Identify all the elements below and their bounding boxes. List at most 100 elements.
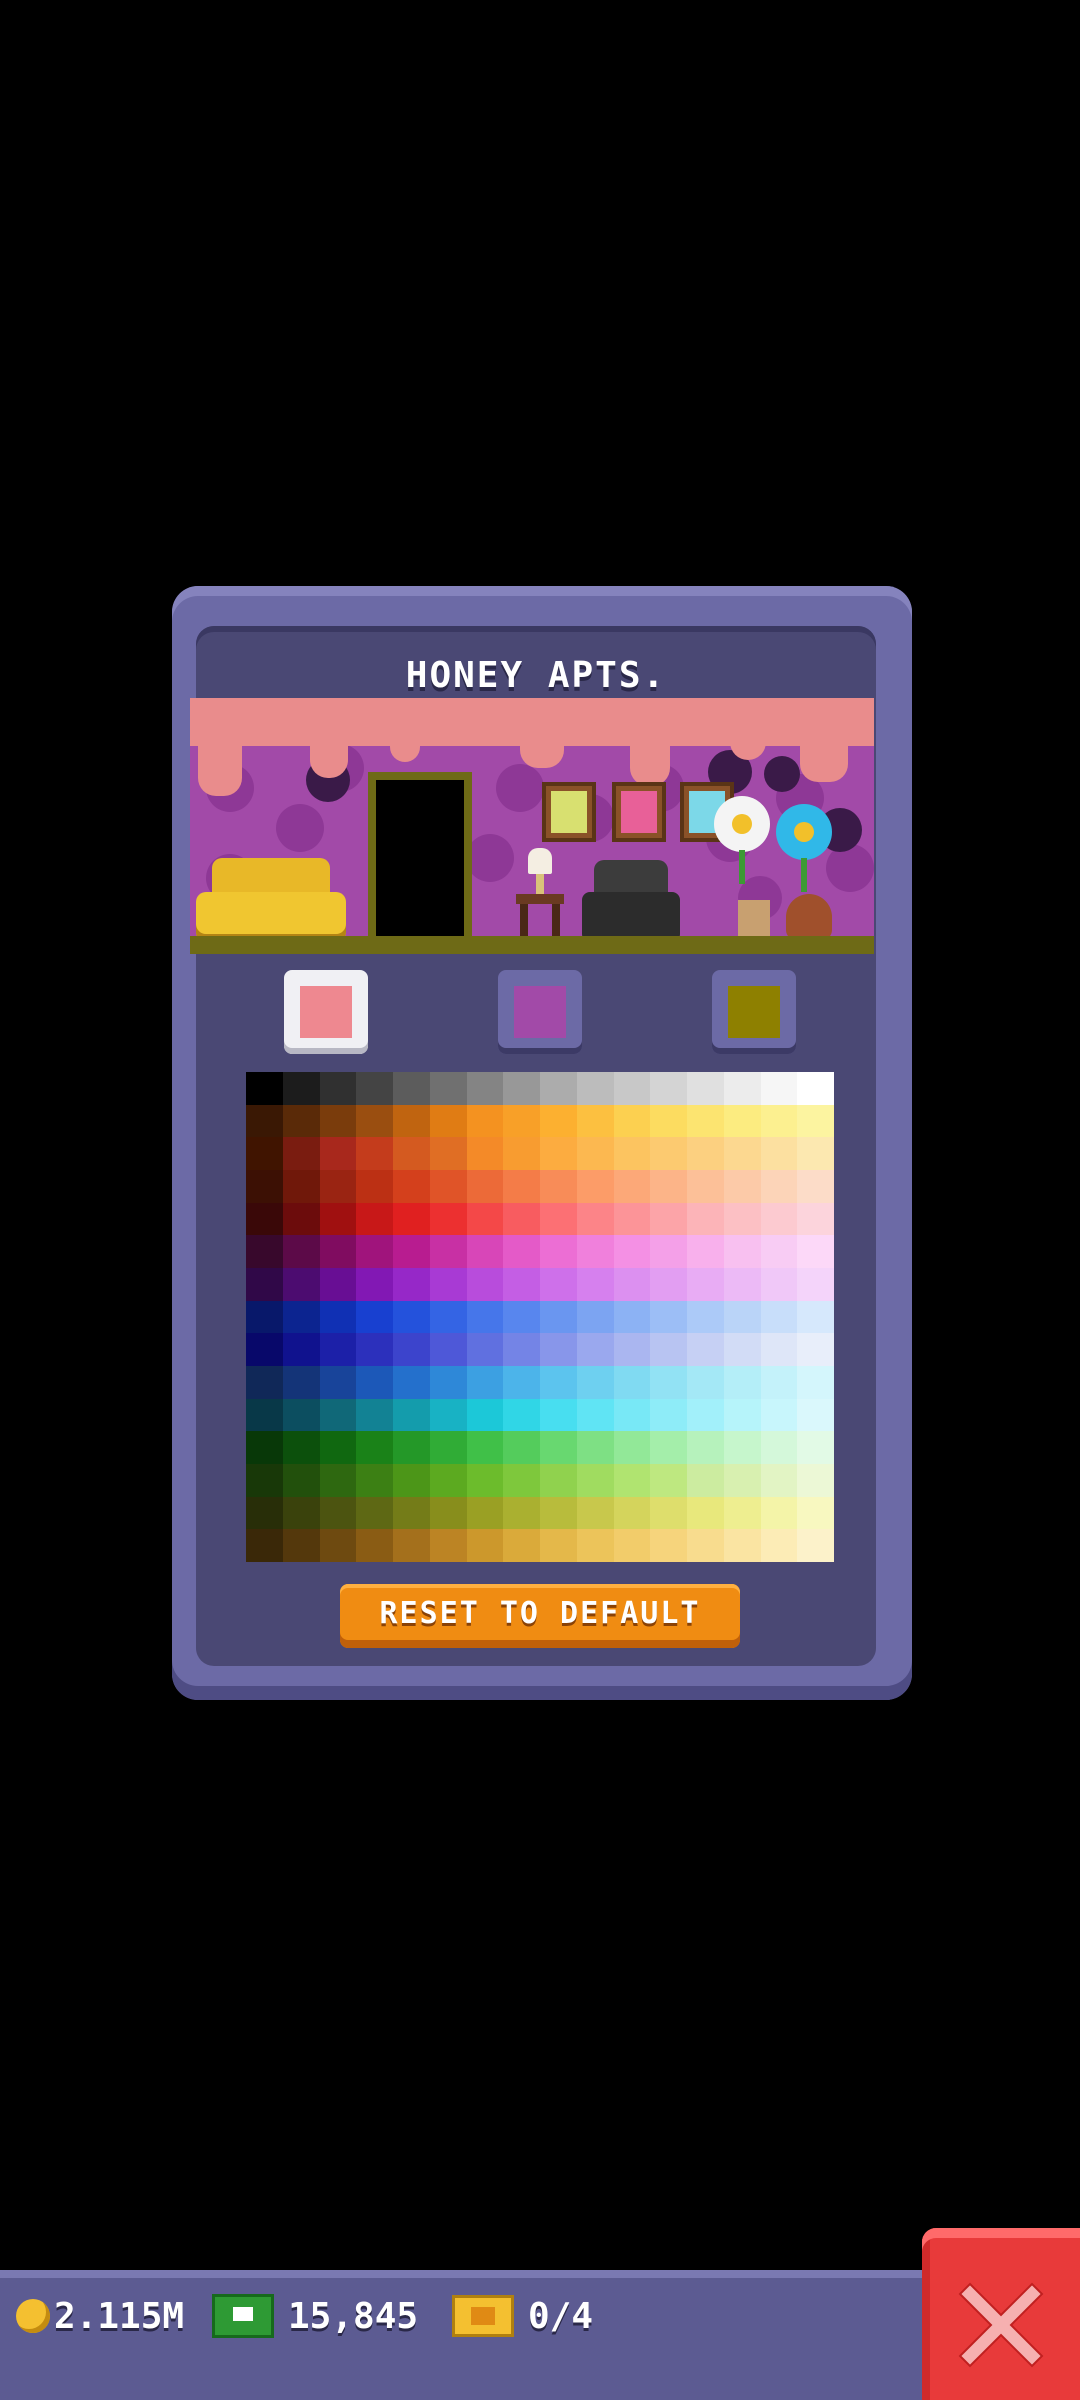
palette-color-cell[interactable]	[576, 1104, 614, 1138]
palette-color-cell[interactable]	[429, 1202, 467, 1236]
palette-color-cell[interactable]	[540, 1170, 577, 1203]
palette-color-cell[interactable]	[319, 1464, 357, 1497]
palette-color-cell[interactable]	[393, 1202, 430, 1236]
palette-color-cell[interactable]	[613, 1268, 651, 1301]
palette-color-cell[interactable]	[429, 1235, 467, 1268]
palette-color-cell[interactable]	[540, 1529, 577, 1562]
palette-color-cell[interactable]	[540, 1104, 577, 1138]
palette-color-cell[interactable]	[650, 1300, 687, 1334]
palette-color-cell[interactable]	[503, 1235, 540, 1268]
palette-color-cell[interactable]	[429, 1137, 467, 1170]
palette-color-cell[interactable]	[687, 1300, 724, 1334]
palette-color-cell[interactable]	[687, 1431, 724, 1464]
palette-color-cell[interactable]	[466, 1072, 504, 1105]
palette-color-cell[interactable]	[466, 1398, 504, 1432]
palette-color-cell[interactable]	[246, 1268, 283, 1301]
palette-color-cell[interactable]	[319, 1300, 357, 1334]
palette-color-cell[interactable]	[393, 1137, 430, 1170]
palette-color-cell[interactable]	[282, 1104, 320, 1138]
palette-color-cell[interactable]	[466, 1529, 504, 1562]
palette-color-cell[interactable]	[540, 1137, 577, 1170]
palette-color-cell[interactable]	[760, 1529, 798, 1562]
palette-color-cell[interactable]	[687, 1072, 724, 1105]
palette-color-cell[interactable]	[650, 1170, 687, 1203]
palette-color-cell[interactable]	[356, 1300, 393, 1334]
palette-color-cell[interactable]	[723, 1300, 761, 1334]
swatch-button-floor[interactable]	[712, 970, 796, 1054]
close-button[interactable]	[922, 2228, 1080, 2400]
palette-color-cell[interactable]	[650, 1529, 687, 1562]
palette-color-cell[interactable]	[576, 1366, 614, 1399]
palette-color-cell[interactable]	[540, 1300, 577, 1334]
palette-color-cell[interactable]	[613, 1464, 651, 1497]
palette-color-cell[interactable]	[723, 1464, 761, 1497]
palette-color-cell[interactable]	[282, 1366, 320, 1399]
palette-color-cell[interactable]	[503, 1398, 540, 1432]
palette-color-cell[interactable]	[650, 1464, 687, 1497]
palette-color-cell[interactable]	[246, 1366, 283, 1399]
palette-color-cell[interactable]	[429, 1268, 467, 1301]
palette-color-cell[interactable]	[466, 1170, 504, 1203]
palette-color-cell[interactable]	[282, 1268, 320, 1301]
palette-color-cell[interactable]	[356, 1268, 393, 1301]
palette-color-cell[interactable]	[687, 1366, 724, 1399]
palette-color-cell[interactable]	[503, 1202, 540, 1236]
palette-color-cell[interactable]	[393, 1072, 430, 1105]
palette-color-cell[interactable]	[613, 1300, 651, 1334]
palette-color-cell[interactable]	[282, 1235, 320, 1268]
palette-color-cell[interactable]	[797, 1170, 834, 1203]
palette-color-cell[interactable]	[576, 1170, 614, 1203]
palette-color-cell[interactable]	[429, 1104, 467, 1138]
palette-color-cell[interactable]	[282, 1431, 320, 1464]
palette-color-cell[interactable]	[650, 1072, 687, 1105]
palette-color-cell[interactable]	[760, 1137, 798, 1170]
palette-color-cell[interactable]	[723, 1235, 761, 1268]
palette-color-cell[interactable]	[429, 1300, 467, 1334]
palette-color-cell[interactable]	[356, 1170, 393, 1203]
palette-color-cell[interactable]	[797, 1300, 834, 1334]
palette-color-cell[interactable]	[503, 1333, 540, 1366]
palette-color-cell[interactable]	[613, 1333, 651, 1366]
palette-color-cell[interactable]	[797, 1137, 834, 1170]
palette-color-cell[interactable]	[466, 1496, 504, 1530]
palette-color-cell[interactable]	[466, 1235, 504, 1268]
palette-color-cell[interactable]	[797, 1529, 834, 1562]
palette-color-cell[interactable]	[393, 1170, 430, 1203]
palette-color-cell[interactable]	[429, 1529, 467, 1562]
palette-color-cell[interactable]	[576, 1072, 614, 1105]
palette-color-cell[interactable]	[540, 1431, 577, 1464]
palette-color-cell[interactable]	[540, 1202, 577, 1236]
palette-color-cell[interactable]	[503, 1170, 540, 1203]
palette-color-cell[interactable]	[760, 1366, 798, 1399]
palette-color-cell[interactable]	[540, 1496, 577, 1530]
palette-color-cell[interactable]	[540, 1398, 577, 1432]
palette-color-cell[interactable]	[356, 1333, 393, 1366]
palette-color-cell[interactable]	[687, 1496, 724, 1530]
palette-color-cell[interactable]	[613, 1170, 651, 1203]
palette-color-cell[interactable]	[466, 1464, 504, 1497]
palette-color-cell[interactable]	[356, 1366, 393, 1399]
palette-color-cell[interactable]	[282, 1072, 320, 1105]
palette-color-cell[interactable]	[613, 1104, 651, 1138]
palette-color-cell[interactable]	[760, 1072, 798, 1105]
palette-color-cell[interactable]	[723, 1137, 761, 1170]
palette-color-cell[interactable]	[797, 1333, 834, 1366]
palette-color-cell[interactable]	[797, 1072, 834, 1105]
palette-color-cell[interactable]	[503, 1137, 540, 1170]
palette-color-cell[interactable]	[723, 1170, 761, 1203]
palette-color-cell[interactable]	[503, 1431, 540, 1464]
palette-color-cell[interactable]	[393, 1300, 430, 1334]
palette-color-cell[interactable]	[687, 1529, 724, 1562]
palette-color-cell[interactable]	[503, 1464, 540, 1497]
palette-color-cell[interactable]	[319, 1268, 357, 1301]
palette-color-cell[interactable]	[687, 1137, 724, 1170]
palette-color-cell[interactable]	[540, 1464, 577, 1497]
palette-color-cell[interactable]	[540, 1268, 577, 1301]
palette-color-cell[interactable]	[429, 1398, 467, 1432]
palette-color-cell[interactable]	[393, 1268, 430, 1301]
reset-to-default-button[interactable]: RESET TO DEFAULT	[340, 1584, 740, 1648]
palette-color-cell[interactable]	[613, 1431, 651, 1464]
palette-color-cell[interactable]	[246, 1529, 283, 1562]
palette-color-cell[interactable]	[319, 1366, 357, 1399]
palette-color-cell[interactable]	[650, 1398, 687, 1432]
